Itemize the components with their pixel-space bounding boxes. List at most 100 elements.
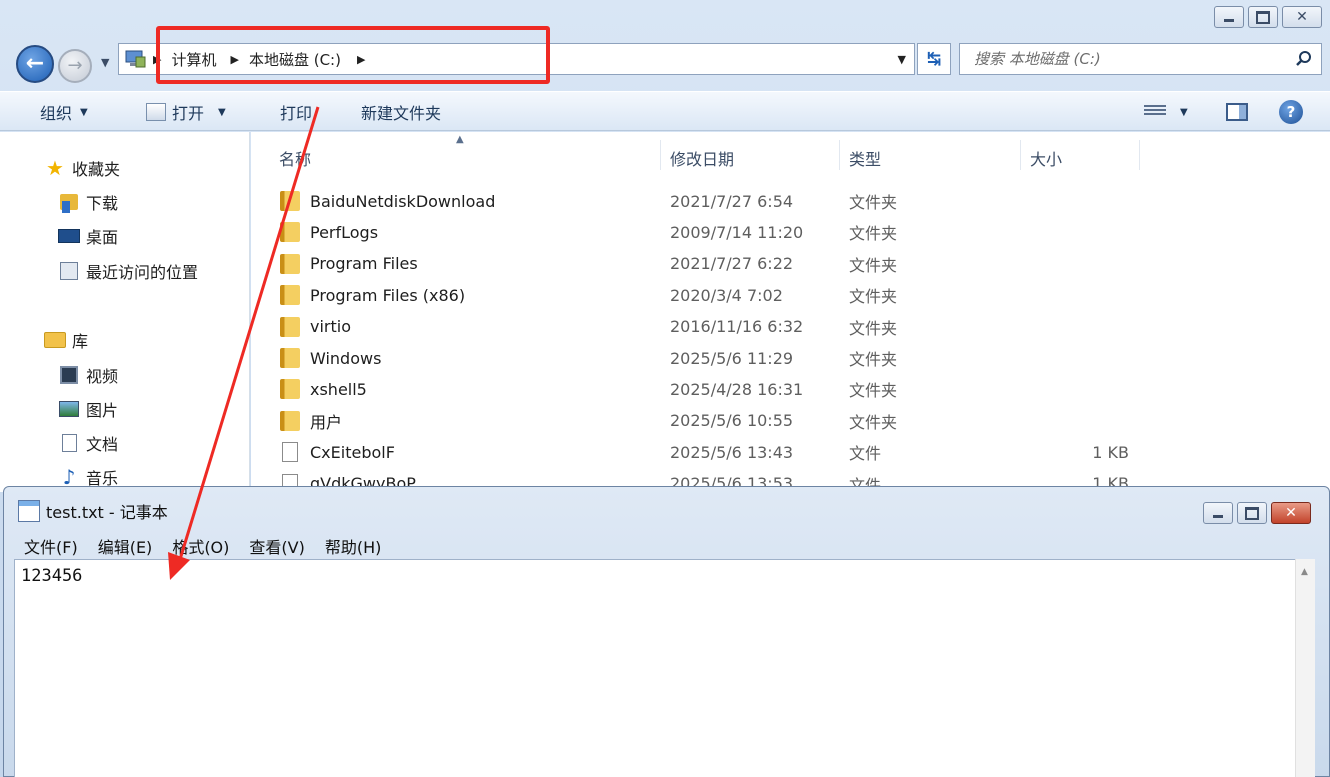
open-button[interactable]: 打开 ▼: [146, 92, 226, 132]
file-row[interactable]: PerfLogs 2009/7/14 11:20 文件夹: [279, 217, 1279, 247]
new-folder-label: 新建文件夹: [361, 104, 442, 123]
annotation-highlight-box: [156, 26, 550, 84]
print-label: 打印: [280, 104, 313, 123]
menu-help[interactable]: 帮助(H): [315, 534, 392, 558]
notepad-maximize-button[interactable]: [1237, 502, 1267, 524]
close-button[interactable]: ✕: [1282, 6, 1322, 28]
file-row[interactable]: CxEitebolF 2025/5/6 13:43 文件 1 KB: [279, 437, 1279, 467]
file-modified-date: 2016/11/16 6:32: [670, 317, 804, 337]
folder-icon: [279, 316, 301, 338]
menu-file[interactable]: 文件(F): [14, 534, 88, 558]
file-row[interactable]: virtio 2016/11/16 6:32 文件夹: [279, 312, 1279, 342]
nav-libraries[interactable]: 库: [44, 328, 88, 352]
nav-recent-places[interactable]: 最近访问的位置: [58, 259, 198, 283]
folder-icon: [279, 284, 301, 306]
search-icon[interactable]: [1295, 50, 1313, 68]
file-row[interactable]: Windows 2025/5/6 11:29 文件夹: [279, 343, 1279, 373]
preview-pane-button[interactable]: [1226, 92, 1248, 132]
computer-icon: [123, 48, 147, 70]
star-icon: ★: [46, 156, 64, 180]
forward-button[interactable]: →: [58, 49, 92, 83]
help-button[interactable]: ?: [1279, 92, 1303, 132]
folder-icon: [279, 378, 301, 400]
scroll-up-icon[interactable]: ▲: [1301, 567, 1308, 577]
file-name: xshell5: [310, 379, 367, 399]
address-dropdown-icon[interactable]: ▼: [898, 53, 906, 66]
notepad-close-button[interactable]: ✕: [1271, 502, 1311, 524]
notepad-menu-bar: 文件(F) 编辑(E) 格式(O) 查看(V) 帮助(H): [14, 533, 1329, 559]
column-divider[interactable]: [839, 140, 840, 170]
close-icon: ✕: [1285, 505, 1297, 521]
file-name: Program Files: [310, 254, 418, 274]
folder-icon: [279, 347, 301, 369]
nav-documents-label: 文档: [86, 435, 119, 454]
file-modified-date: 2020/3/4 7:02: [670, 285, 783, 305]
nav-documents[interactable]: 文档: [58, 431, 118, 455]
file-row[interactable]: xshell5 2025/4/28 16:31 文件夹: [279, 374, 1279, 404]
column-header-name[interactable]: 名称: [279, 146, 311, 170]
chevron-down-icon: ▼: [80, 106, 88, 118]
nav-desktop-label: 桌面: [86, 228, 119, 247]
organize-label: 组织: [40, 104, 73, 123]
menu-view[interactable]: 查看(V): [239, 534, 314, 558]
history-dropdown-icon[interactable]: ▼: [101, 56, 109, 69]
new-folder-button[interactable]: 新建文件夹: [361, 92, 441, 132]
file-row[interactable]: BaiduNetdiskDownload 2021/7/27 6:54 文件夹: [279, 186, 1279, 216]
file-modified-date: 2025/4/28 16:31: [670, 379, 804, 399]
back-arrow-icon: ←: [25, 51, 45, 76]
file-name: virtio: [310, 317, 351, 337]
minimize-icon: [1224, 13, 1234, 22]
nav-favorites[interactable]: ★ 收藏夹: [44, 156, 120, 180]
back-button[interactable]: ←: [16, 45, 54, 83]
nav-pictures-label: 图片: [86, 401, 119, 420]
column-header-modified[interactable]: 修改日期: [670, 146, 734, 170]
refresh-button[interactable]: ↹: [917, 43, 951, 75]
nav-pictures[interactable]: 图片: [58, 397, 118, 421]
column-divider[interactable]: [1020, 140, 1021, 170]
organize-button[interactable]: 组织 ▼: [40, 92, 88, 132]
folder-icon: [279, 410, 301, 432]
menu-edit[interactable]: 编辑(E): [88, 534, 163, 558]
search-input[interactable]: [974, 50, 1274, 68]
file-type: 文件: [849, 444, 882, 464]
column-header-type[interactable]: 类型: [849, 146, 881, 170]
explorer-window-controls: ✕: [1214, 6, 1322, 28]
folder-icon: [279, 221, 301, 243]
notepad-minimize-button[interactable]: [1203, 502, 1233, 524]
search-box[interactable]: [959, 43, 1322, 75]
minimize-icon: [1213, 509, 1223, 518]
column-divider[interactable]: [660, 140, 661, 170]
notepad-text-area[interactable]: 123456: [14, 559, 1297, 777]
file-name: 用户: [310, 412, 343, 432]
file-row[interactable]: 用户 2025/5/6 10:55 文件夹: [279, 406, 1279, 436]
notepad-title-bar[interactable]: test.txt - 记事本: [4, 487, 1329, 535]
file-type: 文件夹: [849, 193, 898, 212]
column-header-size[interactable]: 大小: [1030, 146, 1062, 170]
file-name: Program Files (x86): [310, 285, 466, 305]
column-divider[interactable]: [1139, 140, 1140, 170]
library-icon: [44, 330, 66, 350]
nav-favorites-label: 收藏夹: [72, 160, 121, 179]
nav-downloads[interactable]: 下载: [58, 190, 118, 214]
minimize-button[interactable]: [1214, 6, 1244, 28]
file-type: 文件夹: [849, 224, 898, 244]
notepad-window: test.txt - 记事本 ✕ 文件(F) 编辑(E) 格式(O) 查看(V)…: [3, 486, 1330, 777]
print-button[interactable]: 打印: [280, 92, 312, 132]
navigation-pane: ★ 收藏夹 下载 桌面 最近访问的位置 库 视频 图片 文档 ♪ 音乐: [0, 132, 250, 492]
view-list-icon: [1144, 105, 1166, 119]
file-row[interactable]: Program Files (x86) 2020/3/4 7:02 文件夹: [279, 280, 1279, 310]
file-list: ▲ 名称 修改日期 类型 大小 BaiduNetdiskDownload 2021…: [251, 132, 1330, 495]
change-view-button[interactable]: ▼: [1144, 92, 1188, 132]
maximize-button[interactable]: [1248, 6, 1278, 28]
refresh-icon: ↹: [926, 49, 942, 69]
recent-places-icon: [58, 261, 80, 281]
menu-format[interactable]: 格式(O): [162, 534, 239, 558]
help-icon: ?: [1279, 100, 1303, 124]
nav-desktop[interactable]: 桌面: [58, 224, 118, 248]
folder-icon: [279, 190, 301, 212]
notepad-vertical-scrollbar[interactable]: ▲: [1295, 559, 1315, 777]
nav-recent-label: 最近访问的位置: [86, 263, 199, 282]
file-row[interactable]: Program Files 2021/7/27 6:22 文件夹: [279, 249, 1279, 279]
maximize-icon: [1256, 11, 1270, 24]
nav-videos[interactable]: 视频: [58, 363, 118, 387]
